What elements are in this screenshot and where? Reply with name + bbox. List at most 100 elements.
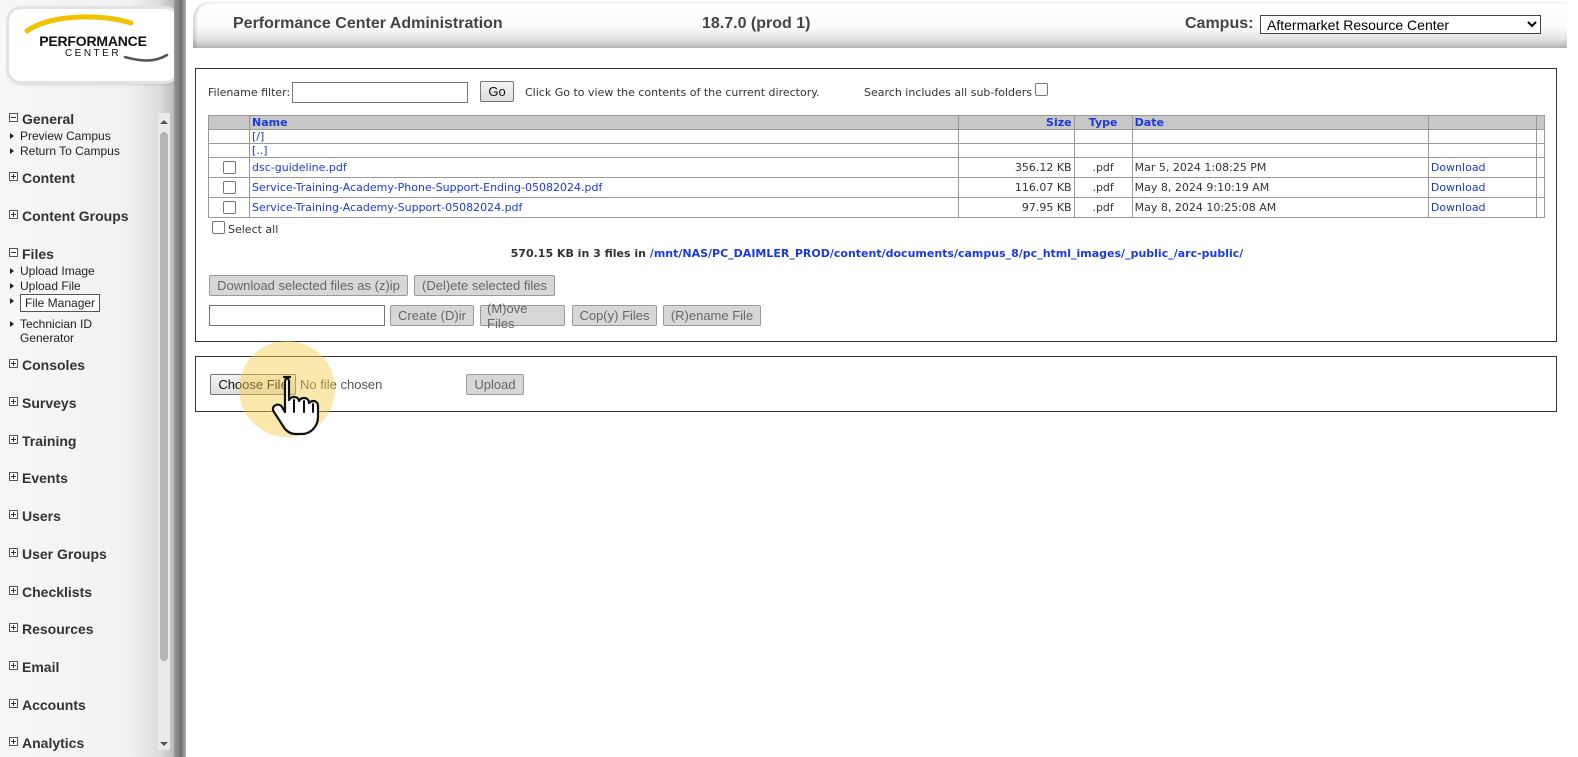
nav-group-label[interactable]: Surveys	[22, 395, 76, 411]
expand-icon[interactable]	[9, 172, 18, 181]
expand-icon[interactable]	[9, 623, 18, 632]
nav-group-checklists[interactable]: Checklists	[9, 584, 92, 600]
date-column-header[interactable]: Date	[1131, 115, 1429, 130]
nav-item-file-manager[interactable]: File Manager	[9, 294, 101, 312]
empty-cell	[1535, 143, 1546, 158]
file-name-link[interactable]: dsc-guideline.pdf	[252, 161, 347, 174]
nav-group-label[interactable]: User Groups	[22, 546, 107, 562]
nav-group-analytics[interactable]: Analytics	[9, 735, 84, 751]
scroll-down-arrow-icon[interactable]	[160, 740, 168, 748]
root-dir-link[interactable]: [/]	[252, 130, 264, 143]
file-name-link[interactable]: Service-Training-Academy-Phone-Support-E…	[252, 181, 602, 194]
nav-group-users[interactable]: Users	[9, 508, 61, 524]
nav-group-content-groups[interactable]: Content Groups	[9, 208, 129, 224]
collapse-icon[interactable]	[9, 113, 18, 122]
download-link[interactable]: Download	[1431, 201, 1486, 214]
expand-icon[interactable]	[9, 510, 18, 519]
expand-icon[interactable]	[9, 737, 18, 746]
file-name-cell: Service-Training-Academy-Phone-Support-E…	[249, 177, 959, 198]
file-name-link[interactable]: Service-Training-Academy-Support-0508202…	[252, 201, 522, 214]
subfolders-checkbox[interactable]	[1035, 83, 1048, 96]
nav-group-label[interactable]: Content	[22, 170, 75, 186]
select-all-checkbox[interactable]	[212, 221, 225, 234]
nav-group-label[interactable]: Training	[22, 433, 76, 449]
size-column-header[interactable]: Size	[957, 115, 1075, 130]
nav-group-accounts[interactable]: Accounts	[9, 697, 86, 713]
create-dir-button[interactable]: Create (D)ir	[390, 305, 474, 326]
download-link[interactable]: Download	[1431, 161, 1486, 174]
nav-group-label[interactable]: Users	[22, 508, 61, 524]
expand-icon[interactable]	[9, 397, 18, 406]
nav-group-training[interactable]: Training	[9, 433, 76, 449]
directory-name-input[interactable]	[209, 305, 385, 326]
nav-group-label[interactable]: Analytics	[22, 735, 84, 751]
nav-item-upload-file[interactable]: Upload File	[9, 279, 81, 293]
nav-group-label[interactable]: Email	[22, 659, 59, 675]
empty-cell	[1535, 177, 1546, 198]
download-link[interactable]: Download	[1431, 181, 1486, 194]
type-column-header[interactable]: Type	[1073, 115, 1133, 130]
subfolders-label: Search includes all sub-folders	[864, 86, 1033, 99]
nav-scrollbar-thumb[interactable]	[160, 132, 168, 661]
nav-group-label[interactable]: Checklists	[22, 584, 92, 600]
nav-group-files[interactable]: Files	[9, 246, 54, 262]
file-select-checkbox[interactable]	[222, 161, 236, 174]
nav-group-email[interactable]: Email	[9, 659, 59, 675]
expand-icon[interactable]	[9, 472, 18, 481]
expand-icon[interactable]	[9, 548, 18, 557]
nav-item-preview-campus[interactable]: Preview Campus	[9, 129, 111, 143]
nav-group-consoles[interactable]: Consoles	[9, 357, 85, 373]
parent-dir-link[interactable]: [..]	[252, 144, 268, 157]
nav-group-user-groups[interactable]: User Groups	[9, 546, 107, 562]
nav-group-label[interactable]: Files	[22, 246, 54, 262]
admin-nav: General Preview Campus Return To Campus …	[0, 109, 158, 757]
expand-icon[interactable]	[9, 359, 18, 368]
expand-icon[interactable]	[9, 586, 18, 595]
filename-filter-label: Filename filter:	[208, 86, 291, 99]
go-button[interactable]: Go	[480, 81, 514, 102]
dir-link-cell: [..]	[249, 143, 959, 158]
expand-icon[interactable]	[9, 210, 18, 219]
expand-icon[interactable]	[9, 435, 18, 444]
upload-button[interactable]: Upload	[466, 374, 524, 395]
empty-cell	[1073, 143, 1133, 158]
nav-item-technician-id-generator[interactable]: Technician ID Generator	[9, 317, 92, 345]
collapse-icon[interactable]	[9, 248, 18, 257]
nav-item-upload-image[interactable]: Upload Image	[9, 264, 95, 278]
nav-item-return-to-campus[interactable]: Return To Campus	[9, 144, 120, 158]
filename-filter-input[interactable]	[292, 82, 468, 103]
table-row: Service-Training-Academy-Support-0508202…	[207, 197, 1546, 218]
expand-icon[interactable]	[9, 699, 18, 708]
nav-group-general[interactable]: General	[9, 111, 74, 127]
move-files-button[interactable]: (M)ove Files	[480, 301, 565, 331]
nav-group-surveys[interactable]: Surveys	[9, 395, 76, 411]
nav-group-label[interactable]: Events	[22, 470, 68, 486]
nav-item-label-line1[interactable]: Technician ID	[20, 317, 92, 331]
scroll-up-arrow-icon[interactable]	[160, 118, 168, 126]
campus-select[interactable]: Aftermarket Resource Center	[1260, 15, 1541, 34]
nav-item-label-line2[interactable]: Generator	[20, 331, 74, 345]
select-cell	[207, 197, 251, 218]
nav-group-label[interactable]: Consoles	[22, 357, 85, 373]
nav-group-events[interactable]: Events	[9, 470, 68, 486]
select-all-label[interactable]: Select all	[228, 223, 278, 236]
download-zip-button[interactable]: Download selected files as (z)ip	[209, 275, 408, 296]
name-column-header[interactable]: Name	[249, 115, 959, 130]
download-cell: Download	[1427, 157, 1537, 178]
nav-group-label[interactable]: General	[22, 111, 74, 127]
nav-group-label[interactable]: Content Groups	[22, 208, 129, 224]
download-cell: Download	[1427, 197, 1537, 218]
nav-group-content[interactable]: Content	[9, 170, 75, 186]
nav-group-label[interactable]: Accounts	[22, 697, 86, 713]
copy-files-button[interactable]: Cop(y) Files	[572, 305, 657, 326]
delete-files-button[interactable]: (Del)ete selected files	[414, 275, 555, 296]
rename-file-button[interactable]: (R)ename File	[663, 305, 761, 326]
choose-file-button[interactable]: Choose File	[210, 374, 296, 395]
nav-group-label[interactable]: Resources	[22, 621, 94, 637]
file-size-cell: 97.95 KB	[957, 197, 1075, 218]
nav-group-resources[interactable]: Resources	[9, 621, 94, 637]
campus-label: Campus:	[1185, 15, 1254, 32]
expand-icon[interactable]	[9, 661, 18, 670]
file-select-checkbox[interactable]	[222, 181, 236, 194]
file-select-checkbox[interactable]	[222, 201, 236, 214]
